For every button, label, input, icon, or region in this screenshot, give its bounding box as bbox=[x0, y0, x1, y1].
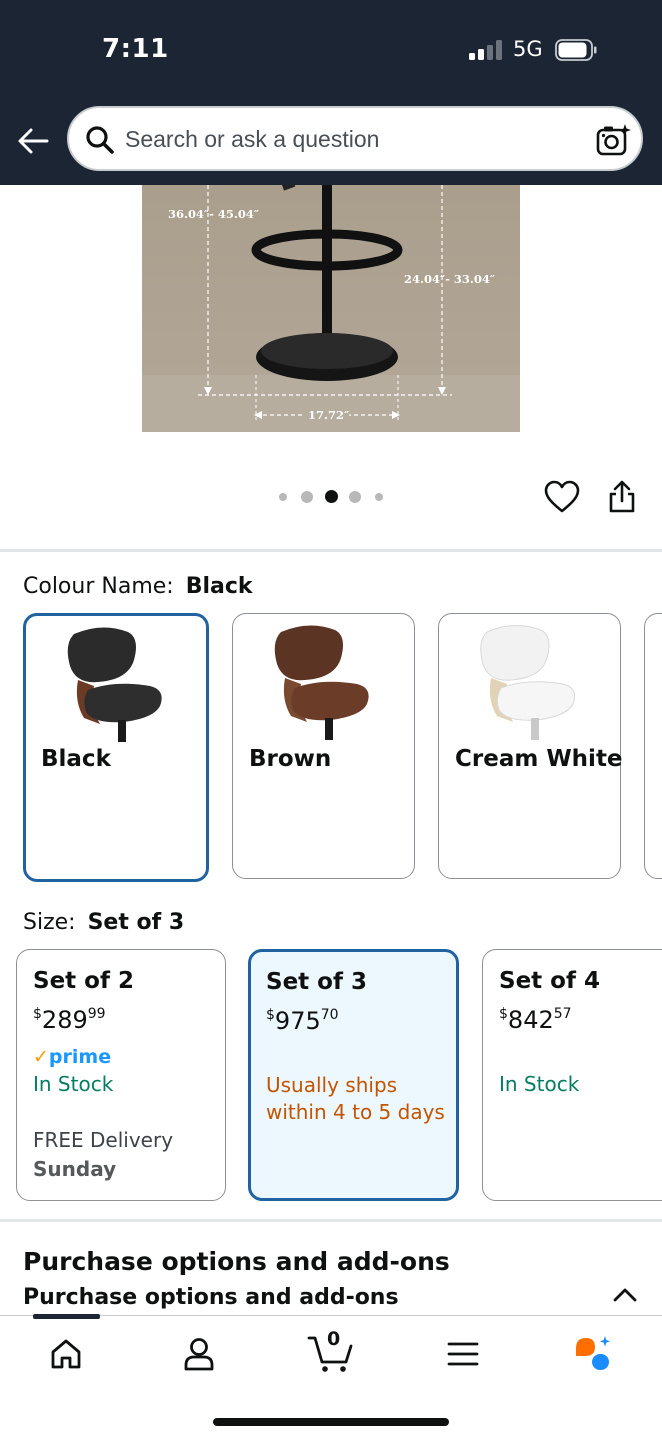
black-chair-thumbnail bbox=[67, 627, 162, 742]
colour-option-cream-white[interactable]: Cream White bbox=[438, 613, 623, 879]
header: 7:11 5G bbox=[0, 0, 662, 185]
colour-option-more[interactable] bbox=[644, 613, 662, 879]
colour-option-black[interactable]: Black bbox=[23, 613, 209, 882]
heart-icon[interactable] bbox=[544, 480, 580, 514]
brown-chair-thumbnail bbox=[274, 625, 369, 740]
size-option-label: Set of 4 bbox=[499, 968, 600, 994]
cart-count-badge: 0 bbox=[327, 1328, 341, 1350]
size-option-set-of-2[interactable]: Set of 2 $28999 ✓prime In Stock FREE Del… bbox=[16, 949, 226, 1201]
menu-icon[interactable] bbox=[443, 1334, 483, 1374]
colour-option-label: Brown bbox=[249, 746, 332, 772]
cellular-signal-icon bbox=[469, 40, 502, 60]
divider bbox=[0, 549, 662, 552]
cream-white-chair-thumbnail bbox=[480, 625, 576, 740]
colour-label-line: Colour Name: Black bbox=[23, 574, 253, 599]
size-label: Size: bbox=[23, 910, 76, 935]
colour-option-label: Cream White bbox=[455, 746, 623, 772]
chevron-up-icon[interactable] bbox=[612, 1284, 638, 1304]
active-tab-indicator bbox=[33, 1314, 100, 1319]
network-type: 5G bbox=[513, 37, 543, 61]
stock-status: In Stock bbox=[33, 1072, 114, 1096]
colour-option-brown[interactable]: Brown bbox=[232, 613, 415, 879]
size-option-label: Set of 2 bbox=[33, 968, 134, 994]
search-icon bbox=[86, 126, 114, 154]
prime-badge: ✓prime bbox=[33, 1046, 112, 1068]
carousel-dot bbox=[279, 493, 287, 501]
prime-check-icon: ✓ bbox=[33, 1046, 49, 1068]
divider bbox=[0, 1219, 662, 1222]
carousel-dot bbox=[301, 491, 313, 503]
dimension-height-label: 36.04″- 45.04″ bbox=[168, 207, 259, 221]
search-input[interactable] bbox=[125, 118, 575, 160]
product-image[interactable]: 36.04″- 45.04″ 24.04″- 33.04″ 17.72″ bbox=[142, 185, 520, 432]
dimension-seat-label: 24.04″- 33.04″ bbox=[404, 272, 495, 286]
stock-status: In Stock bbox=[499, 1072, 580, 1096]
home-icon[interactable] bbox=[46, 1334, 86, 1374]
status-time: 7:11 bbox=[102, 34, 169, 64]
camera-search-icon[interactable] bbox=[595, 122, 631, 158]
size-option-set-of-4[interactable]: Set of 4 $84257 In Stock bbox=[482, 949, 662, 1201]
shipping-estimate: Usually ships within 4 to 5 days bbox=[266, 1073, 445, 1124]
size-selected-value: Set of 3 bbox=[87, 910, 185, 935]
price: $28999 bbox=[33, 1006, 106, 1034]
colour-option-label: Black bbox=[41, 746, 111, 772]
carousel-dot bbox=[349, 491, 361, 503]
size-option-label: Set of 3 bbox=[266, 969, 367, 995]
back-arrow-icon[interactable] bbox=[16, 124, 50, 158]
battery-icon bbox=[555, 39, 597, 61]
carousel-dot-active bbox=[325, 490, 338, 503]
account-icon[interactable] bbox=[179, 1334, 219, 1374]
carousel-dot bbox=[375, 493, 383, 501]
purchase-options-subheading[interactable]: Purchase options and add-ons bbox=[23, 1285, 399, 1310]
share-icon[interactable] bbox=[607, 480, 637, 514]
delivery-day: Sunday bbox=[33, 1157, 117, 1181]
price: $84257 bbox=[499, 1006, 572, 1034]
home-indicator bbox=[213, 1418, 449, 1426]
price: $97570 bbox=[266, 1007, 339, 1035]
colour-label: Colour Name: bbox=[23, 574, 174, 599]
search-bar[interactable] bbox=[67, 106, 643, 171]
purchase-options-heading[interactable]: Purchase options and add-ons bbox=[23, 1247, 450, 1276]
size-label-line: Size: Set of 3 bbox=[23, 910, 184, 935]
delivery-info: FREE Delivery bbox=[33, 1128, 174, 1152]
rufus-icon[interactable] bbox=[573, 1334, 613, 1374]
colour-selected-value: Black bbox=[185, 574, 253, 599]
cart-button[interactable]: 0 bbox=[306, 1328, 356, 1374]
dimension-base-label: 17.72″ bbox=[308, 408, 349, 422]
size-option-set-of-3[interactable]: Set of 3 $97570 Usually ships within 4 t… bbox=[248, 949, 459, 1201]
